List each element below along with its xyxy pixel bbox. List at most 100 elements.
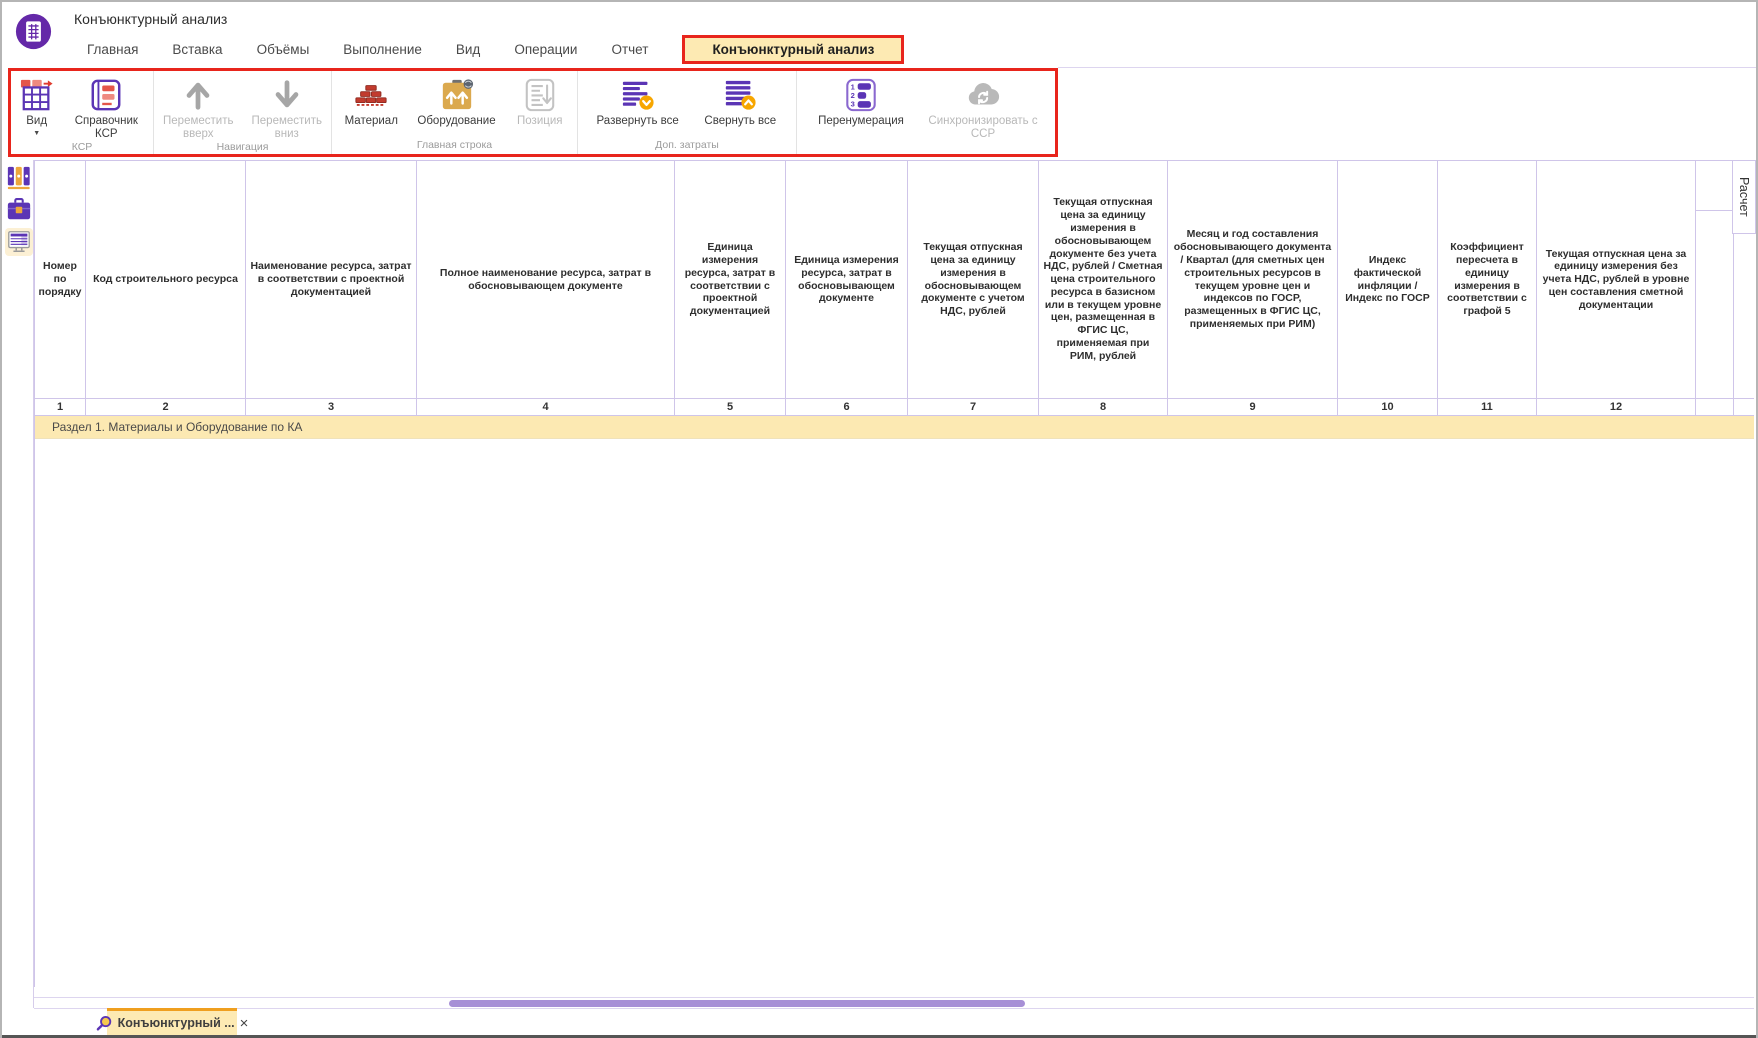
stub-divider	[1696, 210, 1733, 211]
column-number-2: 2	[86, 399, 246, 415]
ribbon-group: Переместить вверхПереместить внизНавигац…	[154, 71, 332, 154]
column-header-7: Текущая отпускная цена за единицу измере…	[908, 161, 1039, 398]
menu-tab-operations[interactable]: Операции	[514, 42, 577, 57]
ribbon-button-label: Переместить вниз	[243, 115, 332, 141]
chevron-down-icon: ▼	[33, 130, 40, 137]
column-header-12: Текущая отпускная цена за единицу измере…	[1537, 161, 1696, 398]
column-header-10: Индекс фактической инфляции / Индекс по …	[1338, 161, 1438, 398]
column-number-9: 9	[1168, 399, 1338, 415]
ribbon-button-collapse-all[interactable]: Свернуть все	[697, 77, 783, 128]
column-number-4: 4	[417, 399, 675, 415]
ribbon-button-equipment[interactable]: Оборудование	[411, 77, 503, 128]
ribbon-button-label: Переместить вверх	[154, 115, 243, 141]
menu-tab-home[interactable]: Главная	[87, 42, 138, 57]
ribbon-button-label: Вид	[26, 115, 47, 128]
ribbon-button-label: Развернуть все	[597, 115, 679, 128]
ribbon-group: Материал Оборудование Позиция Главная строк…	[332, 71, 578, 154]
section-row[interactable]: Раздел 1. Материалы и Оборудование по КА	[35, 416, 1754, 439]
column-number-11: 11	[1438, 399, 1537, 415]
grid-header-row: Номер по порядкуКод строительного ресурс…	[35, 161, 1754, 398]
briefcase-icon	[6, 197, 32, 223]
expand-all-icon	[621, 77, 655, 113]
bottom-tab-bar	[2, 1010, 1756, 1035]
ribbon-button-label: Справочник КСР	[62, 115, 150, 141]
ribbon-button-view[interactable]: Вид ▼	[14, 77, 60, 137]
sidebar-item-briefcase[interactable]	[5, 196, 33, 224]
column-header-9: Месяц и год составления обосновывающего …	[1168, 161, 1338, 398]
ribbon-button-ksr-reference[interactable]: Справочник КСР	[62, 77, 150, 141]
document-tab-label: Конъюнктурный ...	[118, 1016, 235, 1030]
material-bricks-icon	[354, 77, 388, 113]
position-icon	[523, 77, 557, 113]
column-header-1: Номер по порядку	[35, 161, 86, 398]
ribbon-group: Вид ▼ Справочник КСРКСР	[11, 71, 154, 154]
column-number-7: 7	[908, 399, 1039, 415]
binders-icon	[6, 165, 32, 191]
ribbon-group-label: КСР	[11, 141, 153, 154]
ribbon-button-label: Материал	[345, 115, 398, 128]
ribbon-button-label: Перенумерация	[818, 115, 904, 128]
horizontal-scrollbar[interactable]	[34, 997, 1754, 1009]
horizontal-scrollbar-thumb[interactable]	[449, 1000, 1025, 1007]
ribbon-group: 123 Перенумерация Синхронизировать с ССР	[797, 71, 1055, 154]
app-window: Конъюнктурный анализ Главная Вставка Объём…	[0, 0, 1758, 1038]
column-header-5: Единица измерения ресурса, затрат в соот…	[675, 161, 786, 398]
document-tab[interactable]: Конъюнктурный ... ×	[107, 1008, 237, 1035]
ribbon-group-buttons: Развернуть все Свернуть все	[578, 71, 796, 139]
menu-tab-volumes[interactable]: Объёмы	[257, 42, 310, 57]
view-table-icon	[20, 77, 54, 113]
menu-tab-report[interactable]: Отчет	[611, 42, 648, 57]
column-number-10: 10	[1338, 399, 1438, 415]
column-header-2: Код строительного ресурса	[86, 161, 246, 398]
ribbon-group-buttons: 123 Перенумерация Синхронизировать с ССР	[797, 71, 1055, 141]
ribbon-group-label: Навигация	[154, 141, 331, 154]
data-grid: Номер по порядкуКод строительного ресурс…	[34, 160, 1754, 987]
ribbon-button-move-down: Переместить вниз	[243, 77, 332, 141]
move-down-icon	[270, 77, 304, 113]
ribbon-button-renumber[interactable]: 123 Перенумерация	[811, 77, 911, 128]
ribbon-group-label: Главная строка	[332, 139, 577, 154]
menu-tab-market-analysis[interactable]: Конъюнктурный анализ	[682, 35, 904, 64]
close-icon[interactable]: ×	[240, 1016, 249, 1031]
column-number-clipped	[1696, 399, 1734, 415]
sidebar-item-binders[interactable]	[5, 164, 33, 192]
svg-text:3: 3	[851, 99, 855, 108]
ribbon-button-move-up: Переместить вверх	[154, 77, 243, 141]
column-header-clipped	[1696, 161, 1734, 398]
ribbon-group-buttons: Вид ▼ Справочник КСР	[11, 71, 153, 141]
ribbon-button-label: Позиция	[517, 115, 562, 128]
ribbon-top-divider	[1058, 67, 1756, 68]
menu-tabs: Главная Вставка Объёмы Выполнение Вид Операци…	[87, 32, 904, 66]
column-number-12: 12	[1537, 399, 1696, 415]
ribbon-group-buttons: Переместить вверхПереместить вниз	[154, 71, 331, 141]
ribbon-button-label: Оборудование	[417, 115, 495, 128]
equipment-crate-icon	[440, 77, 474, 113]
column-header-6: Единица измерения ресурса, затрат в обос…	[786, 161, 908, 398]
ribbon-button-sync-ssr: Синхронизировать с ССР	[925, 77, 1041, 141]
ribbon-group-buttons: Материал Оборудование Позиция	[332, 71, 577, 139]
collapse-all-icon	[723, 77, 757, 113]
menu-tab-execution[interactable]: Выполнение	[343, 42, 422, 57]
sync-cloud-icon	[966, 77, 1000, 113]
grid-number-row: 123456789101112	[35, 398, 1754, 416]
column-header-3: Наименование ресурса, затрат в соответст…	[246, 161, 417, 398]
reference-book-icon	[89, 77, 123, 113]
ribbon-button-expand-all[interactable]: Развернуть все	[591, 77, 685, 128]
ribbon-button-label: Свернуть все	[704, 115, 776, 128]
sidebar-item-sheet[interactable]	[5, 228, 33, 256]
app-title: Конъюнктурный анализ	[74, 11, 227, 27]
ribbon-button-material[interactable]: Материал	[339, 77, 403, 128]
ribbon-group-label	[797, 141, 1055, 154]
menu-tab-view[interactable]: Вид	[456, 42, 480, 57]
column-number-5: 5	[675, 399, 786, 415]
app-logo-icon	[15, 13, 52, 50]
column-header-8: Текущая отпускная цена за единицу измере…	[1039, 161, 1168, 398]
renumber-icon: 123	[844, 77, 878, 113]
left-sidebar	[4, 160, 34, 1008]
ribbon-button-label: Синхронизировать с ССР	[925, 115, 1041, 141]
menu-tab-insert[interactable]: Вставка	[172, 42, 222, 57]
right-panel-tab-raschet[interactable]: Расчет	[1732, 160, 1756, 234]
sheet-icon	[6, 229, 32, 255]
column-number-8: 8	[1039, 399, 1168, 415]
move-up-icon	[181, 77, 215, 113]
